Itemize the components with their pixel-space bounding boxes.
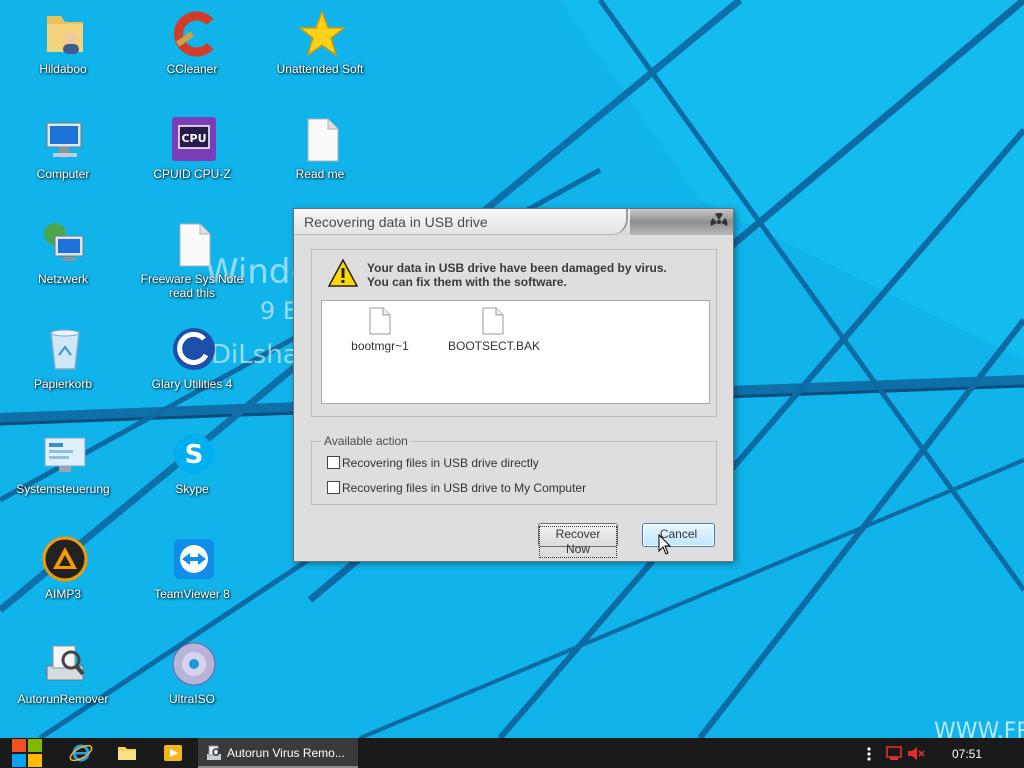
network-icon[interactable] <box>886 746 902 761</box>
option-recover-to-computer[interactable]: Recovering files in USB drive to My Comp… <box>327 481 586 495</box>
volume-muted-icon[interactable] <box>907 746 925 761</box>
autorun-remover-icon <box>46 645 85 681</box>
dialog-title-tab: Recovering data in USB drive <box>294 209 628 235</box>
file-name: BOOTSECT.BAK <box>448 339 541 353</box>
taskbar: Autorun Virus Remo... 07:51 <box>0 738 1024 768</box>
recover-now-button[interactable]: Recover Now <box>538 523 618 558</box>
desktop-icon-label: Skype <box>175 482 209 496</box>
desktop-icon-label: Unattended Soft <box>276 62 364 76</box>
glary-utilities-icon <box>173 328 215 370</box>
control-panel-icon <box>44 437 86 472</box>
available-action-group: Available action Recovering files in USB… <box>311 434 717 505</box>
tray-overflow-icon[interactable] <box>866 746 872 762</box>
file-item[interactable]: BOOTSECT.BAK <box>448 307 541 353</box>
autorun-remover-icon <box>207 745 221 760</box>
desktop-icon-unattended-soft[interactable]: Unattended Soft <box>261 6 379 106</box>
desktop-icon-hildaboo[interactable]: Hildaboo <box>4 6 122 106</box>
media-player-icon[interactable] <box>160 738 186 768</box>
warning-icon <box>328 259 358 287</box>
document-icon <box>179 223 211 267</box>
desktop-icon-label: Computer <box>36 167 90 181</box>
system-menu-icon[interactable] <box>710 213 728 231</box>
skype-icon: S <box>174 434 214 474</box>
clock[interactable]: 07:51 <box>952 747 982 761</box>
recovery-dialog: Recovering data in USB drive Your data i… <box>293 208 734 562</box>
message-line-1: Your data in USB drive have been damaged… <box>367 261 667 275</box>
available-action-label: Available action <box>321 434 411 448</box>
desktop-icon-netzwerk[interactable]: Netzwerk <box>4 216 122 316</box>
taskbar-task-autorun-virus-remover[interactable]: Autorun Virus Remo... <box>198 738 358 768</box>
message-panel: Your data in USB drive have been damaged… <box>311 249 717 417</box>
checkbox[interactable] <box>327 456 340 469</box>
internet-explorer-icon[interactable] <box>68 738 94 768</box>
windows-logo-icon[interactable] <box>8 738 46 768</box>
recover-now-label: Recover Now <box>539 526 617 558</box>
desktop-icon-label: CCleaner <box>166 62 218 76</box>
option-recover-directly[interactable]: Recovering files in USB drive directly <box>327 456 539 470</box>
message-line-2: You can fix them with the software. <box>367 275 567 289</box>
document-icon <box>307 118 339 162</box>
mouse-cursor-icon <box>658 534 672 555</box>
desktop-icon-label: Netzwerk <box>37 272 88 286</box>
desktop-icon-label: Hildaboo <box>39 62 87 76</box>
desktop-icon-label: AIMP3 <box>44 587 81 601</box>
desktop-icon-label: Glary Utilities 4 <box>151 377 233 391</box>
ccleaner-icon <box>174 11 214 57</box>
desktop-icon-papierkorb[interactable]: Papierkorb <box>4 321 122 421</box>
user-folder-icon <box>47 16 83 54</box>
file-icon <box>369 307 391 335</box>
desktop-icon-ccleaner[interactable]: CCleaner <box>133 6 251 106</box>
desktop-icon-cpuz[interactable]: CPU CPUID CPU-Z <box>133 111 251 211</box>
recycle-bin-icon <box>50 329 80 370</box>
teamviewer-icon <box>174 539 214 579</box>
computer-icon <box>46 122 82 157</box>
checkbox[interactable] <box>327 481 340 494</box>
file-icon <box>482 307 504 335</box>
option-label: Recovering files in USB drive to My Comp… <box>342 481 587 495</box>
desktop-icon-label: Read me <box>295 167 345 181</box>
desktop-icon-freeware-sys-note[interactable]: Freeware Sys Note read this <box>133 216 251 316</box>
desktop-icon-skype[interactable]: S Skype <box>133 426 251 526</box>
desktop-icon-label: AutorunRemover <box>17 692 109 706</box>
dialog-title: Recovering data in USB drive <box>304 214 488 230</box>
file-explorer-icon[interactable] <box>114 738 140 768</box>
network-icon <box>44 223 84 261</box>
star-icon <box>298 10 346 57</box>
file-name: bootmgr~1 <box>351 339 409 353</box>
desktop-icon-label: Systemsteuerung <box>16 482 110 496</box>
desktop-icon-ultraiso[interactable]: UltraISO <box>133 636 251 736</box>
taskbar-task-label: Autorun Virus Remo... <box>227 746 345 760</box>
desktop-icon-glary-utilities[interactable]: Glary Utilities 4 <box>133 321 251 421</box>
disc-icon <box>172 642 216 686</box>
option-label: Recovering files in USB drive directly <box>342 456 539 470</box>
damaged-files-list: bootmgr~1 BOOTSECT.BAK <box>321 300 710 404</box>
desktop-icon-label: TeamViewer 8 <box>154 587 230 601</box>
file-item[interactable]: bootmgr~1 <box>335 307 425 353</box>
desktop-icon-systemsteuerung[interactable]: Systemsteuerung <box>4 426 122 526</box>
desktop-icon-read-me[interactable]: Read me <box>261 111 379 211</box>
desktop-icon-aimp3[interactable]: AIMP3 <box>4 531 122 631</box>
aimp-icon <box>42 536 88 582</box>
desktop-icon-label: CPUID CPU-Z <box>153 167 231 181</box>
svg-text:S: S <box>185 440 204 470</box>
svg-text:CPU: CPU <box>181 132 206 145</box>
cpuz-icon: CPU <box>172 117 216 161</box>
desktop-icon-teamviewer[interactable]: TeamViewer 8 <box>133 531 251 631</box>
desktop-icon-autorunremover[interactable]: AutorunRemover <box>4 636 122 736</box>
dialog-titlebar[interactable]: Recovering data in USB drive <box>294 209 733 235</box>
desktop-icon-label: Freeware Sys Note read this <box>140 272 244 300</box>
cancel-button[interactable]: Cancel <box>642 523 715 547</box>
desktop-icon-label: Papierkorb <box>33 377 93 391</box>
desktop-icon-computer[interactable]: Computer <box>4 111 122 211</box>
desktop-icon-label: UltraISO <box>168 692 215 706</box>
